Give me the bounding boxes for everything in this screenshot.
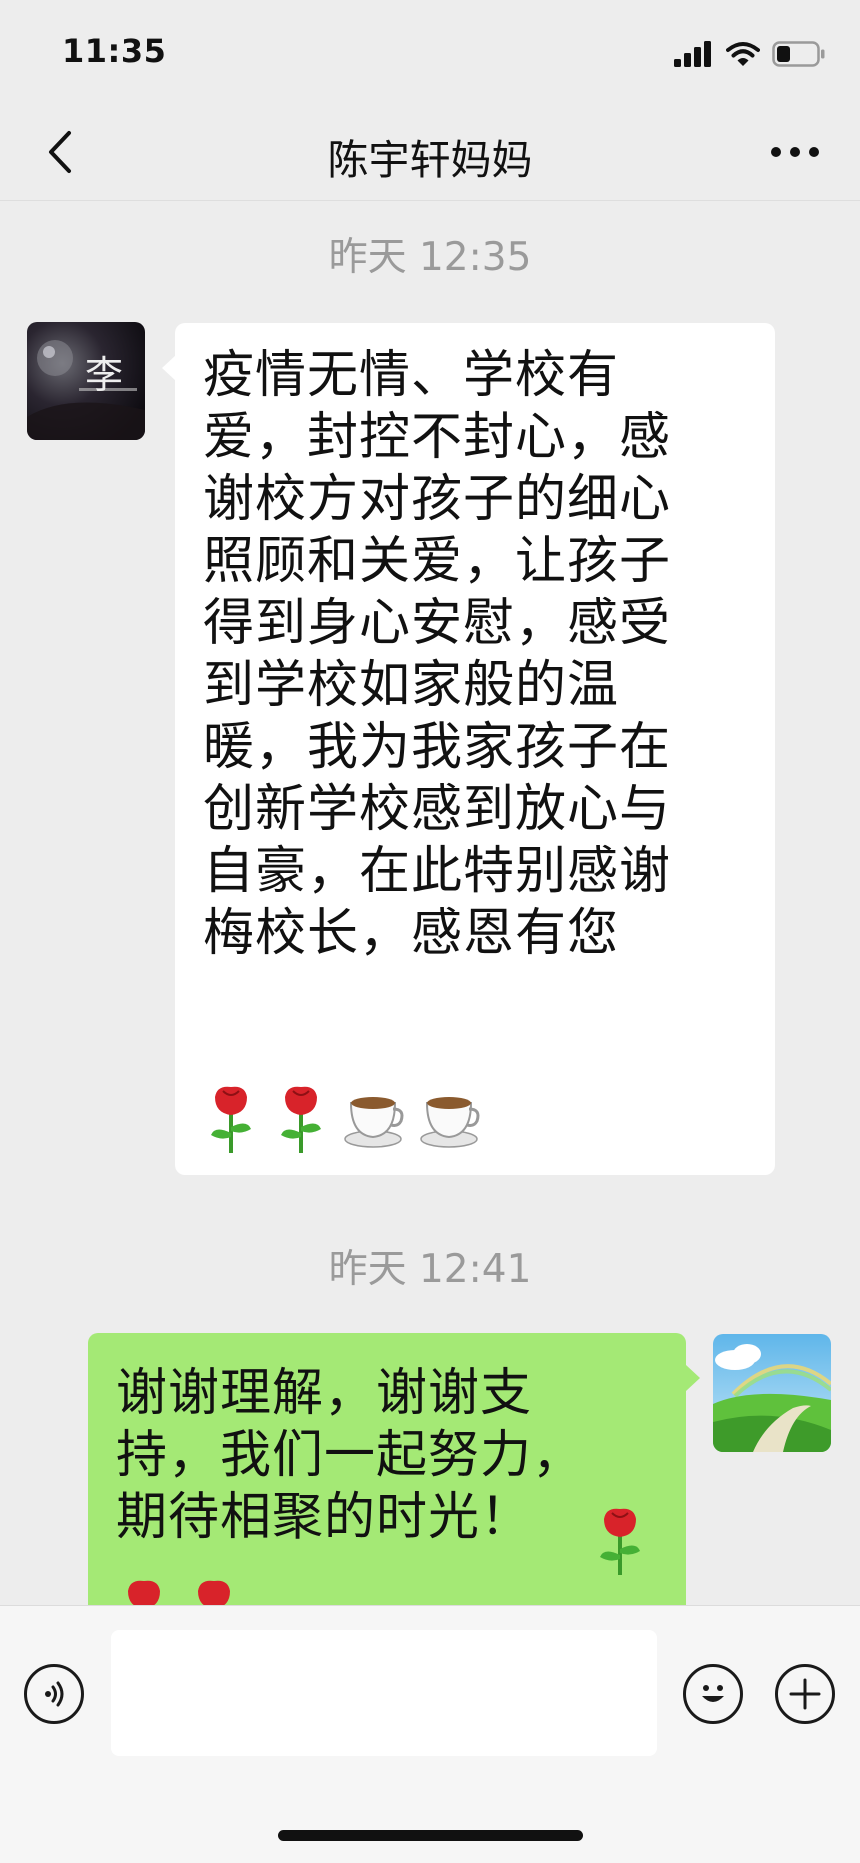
input-bar: [0, 1605, 860, 1863]
bubble-tail: [686, 1365, 700, 1391]
message-input[interactable]: [111, 1630, 657, 1756]
ellipsis-icon: [771, 147, 819, 157]
emoji-button[interactable]: [683, 1664, 743, 1724]
more-button[interactable]: [760, 124, 830, 180]
plus-button[interactable]: [775, 1664, 835, 1724]
smiley-icon: [702, 1685, 724, 1702]
bubble-tail: [162, 355, 176, 381]
status-icons: [674, 38, 826, 70]
nav-bar: 陈宇轩妈妈: [0, 104, 860, 201]
message-text: 疫情无情、学校有 爱，封控不封心，感 谢校方对孩子的细心 照顾和关爱，让孩子 得…: [203, 346, 672, 963]
voice-button[interactable]: [24, 1664, 84, 1724]
rose-emoji: [281, 1086, 321, 1153]
avatar-image: [713, 1334, 831, 1452]
voice-icon: [45, 1681, 64, 1707]
battery-icon: [772, 41, 825, 67]
emoji-row: [203, 1083, 481, 1155]
rose-emoji: [211, 1086, 251, 1153]
incoming-message-bubble[interactable]: 疫情无情、学校有 爱，封控不封心，感 谢校方对孩子的细心 照顾和关爱，让孩子 得…: [162, 323, 775, 1175]
home-indicator: [278, 1830, 583, 1841]
status-bar: 11:35: [0, 0, 860, 104]
wifi-icon: [726, 42, 760, 66]
coffee-emoji: [344, 1097, 404, 1148]
rose-emoji: [600, 1508, 640, 1575]
message-timestamp: 昨天 12:41: [328, 1247, 532, 1292]
coffee-emoji: [420, 1097, 480, 1148]
avatar-text: 李: [85, 353, 124, 397]
plus-icon: [789, 1678, 821, 1710]
chat-title: 陈宇轩妈妈: [327, 136, 533, 184]
emoji-row: [592, 1505, 648, 1577]
message-timestamp: 昨天 12:35: [328, 235, 532, 280]
self-avatar[interactable]: [713, 1334, 831, 1452]
signal-icon: [674, 41, 711, 67]
status-time: 11:35: [62, 32, 167, 70]
contact-avatar[interactable]: 李: [27, 322, 145, 440]
outgoing-message-bubble[interactable]: 谢谢理解，谢谢支 持，我们一起努力， 期待相聚的时光！: [88, 1333, 700, 1647]
